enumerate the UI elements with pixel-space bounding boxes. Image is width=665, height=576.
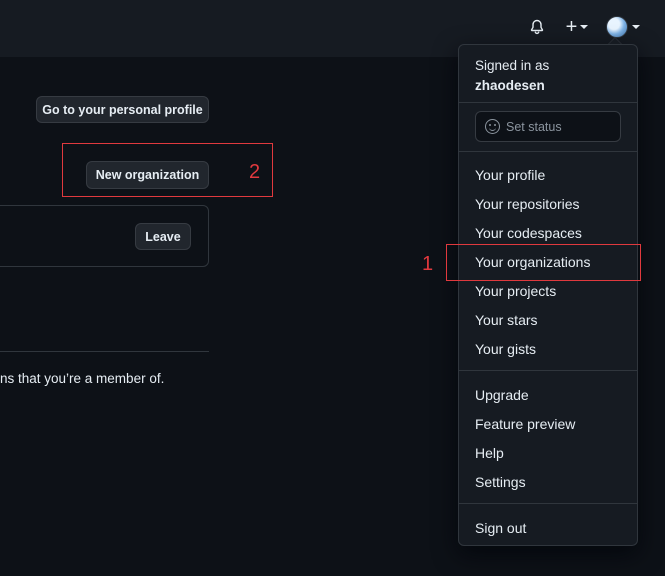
personal-profile-button[interactable]: Go to your personal profile bbox=[36, 96, 209, 123]
membership-description: ns that you’re a member of. bbox=[0, 371, 165, 386]
menu-item-your-codespaces[interactable]: Your codespaces bbox=[475, 223, 582, 243]
plus-icon: + bbox=[565, 16, 578, 38]
menu-item-settings[interactable]: Settings bbox=[475, 472, 526, 492]
bell-icon bbox=[530, 19, 544, 35]
menu-item-help[interactable]: Help bbox=[475, 443, 504, 463]
annotation-box-1 bbox=[446, 244, 641, 281]
menu-item-your-stars[interactable]: Your stars bbox=[475, 310, 538, 330]
notifications-button[interactable] bbox=[526, 16, 548, 38]
caret-down-icon bbox=[580, 25, 589, 29]
menu-item-your-gists[interactable]: Your gists bbox=[475, 339, 536, 359]
menu-item-sign-out[interactable]: Sign out bbox=[475, 518, 526, 538]
page: + Go to your personal profile New organi… bbox=[0, 0, 665, 576]
menu-item-your-projects[interactable]: Your projects bbox=[475, 281, 556, 301]
leave-button[interactable]: Leave bbox=[135, 223, 191, 250]
user-dropdown-menu: Signed in as zhaodesen Set status Your p… bbox=[458, 44, 638, 546]
caret-down-icon bbox=[632, 25, 640, 29]
menu-pointer-inner bbox=[609, 38, 621, 44]
create-new-button[interactable]: + bbox=[560, 16, 594, 38]
menu-item-feature-preview[interactable]: Feature preview bbox=[475, 414, 575, 434]
set-status-button[interactable]: Set status bbox=[475, 111, 621, 142]
divider bbox=[0, 351, 209, 352]
menu-divider bbox=[459, 102, 637, 103]
menu-divider bbox=[459, 151, 637, 152]
signed-in-label: Signed in as bbox=[475, 58, 550, 73]
menu-item-upgrade[interactable]: Upgrade bbox=[475, 385, 529, 405]
set-status-label: Set status bbox=[506, 119, 562, 134]
menu-item-your-profile[interactable]: Your profile bbox=[475, 165, 545, 185]
username: zhaodesen bbox=[475, 78, 545, 93]
menu-item-your-repositories[interactable]: Your repositories bbox=[475, 194, 580, 214]
annotation-label-1: 1 bbox=[422, 253, 434, 275]
menu-divider bbox=[459, 370, 637, 371]
annotation-label-2: 2 bbox=[249, 161, 261, 183]
annotation-box-2 bbox=[62, 143, 273, 197]
smiley-icon bbox=[485, 119, 500, 134]
avatar bbox=[606, 16, 628, 38]
menu-divider bbox=[459, 503, 637, 504]
